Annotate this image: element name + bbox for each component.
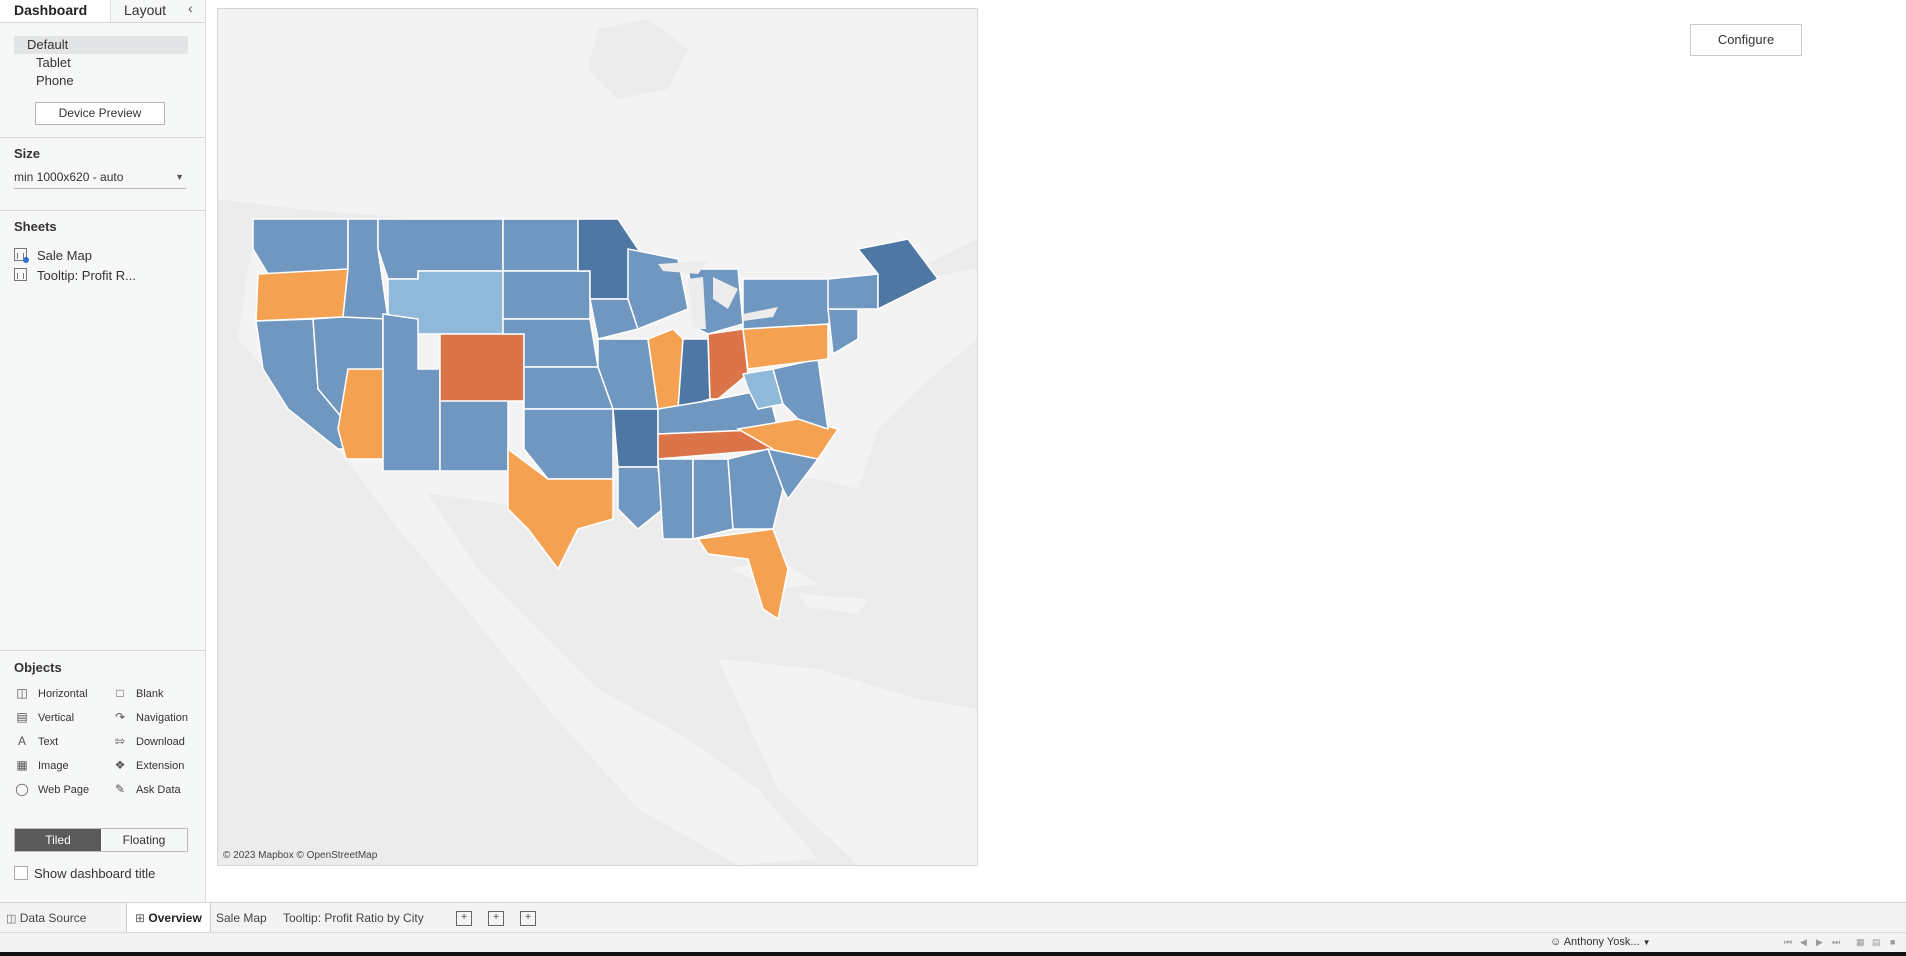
tab-label: Overview bbox=[148, 911, 202, 925]
ask-data-icon: ✎ bbox=[114, 782, 126, 796]
device-list: Default Tablet Phone bbox=[14, 36, 188, 90]
object-navigation[interactable]: ↷ Navigation bbox=[112, 710, 188, 724]
user-icon: ☺ bbox=[1550, 936, 1562, 948]
prev-sheet-icon[interactable]: ◀ bbox=[1800, 937, 1807, 948]
device-tablet[interactable]: Tablet bbox=[14, 54, 188, 72]
object-blank[interactable]: □ Blank bbox=[112, 686, 164, 700]
next-sheet-icon[interactable]: ▶ bbox=[1816, 937, 1823, 948]
new-story-icon[interactable]: + bbox=[520, 911, 536, 926]
sheet-sorter-icon[interactable]: ▦ bbox=[1856, 937, 1865, 948]
tab-dashboard[interactable]: Dashboard bbox=[0, 0, 110, 22]
floating-button[interactable]: Floating bbox=[101, 829, 187, 851]
map-attribution[interactable]: © 2023 Mapbox © OpenStreetMap bbox=[223, 850, 377, 861]
device-default[interactable]: Default bbox=[14, 36, 188, 54]
show-title-label: Show dashboard title bbox=[34, 866, 156, 881]
divider bbox=[0, 210, 205, 211]
object-ask-data[interactable]: ✎ Ask Data bbox=[112, 782, 181, 796]
tab-label: Data Source bbox=[19, 911, 87, 925]
object-label: Web Page bbox=[38, 784, 90, 796]
new-worksheet-icon[interactable]: + bbox=[456, 911, 472, 926]
object-image[interactable]: ▦ Image bbox=[14, 758, 69, 772]
worksheet-icon bbox=[14, 268, 27, 281]
tab-data-source[interactable]: ◫ Data Source bbox=[6, 903, 86, 933]
dashboard-icon: ⊞ bbox=[135, 911, 146, 925]
object-label: Extension bbox=[136, 760, 185, 772]
sheet-label: Tooltip: Profit R... bbox=[37, 268, 136, 283]
show-dashboard-title[interactable]: Show dashboard title bbox=[14, 866, 155, 881]
vertical-container-icon: ▤ bbox=[16, 710, 28, 724]
last-sheet-icon[interactable]: ⏭ bbox=[1832, 937, 1840, 948]
size-dropdown[interactable]: min 1000x620 - auto ▼ bbox=[14, 170, 186, 189]
object-label: Vertical bbox=[38, 712, 75, 724]
first-sheet-icon[interactable]: ⏮ bbox=[1784, 937, 1792, 948]
configure-button[interactable]: Configure bbox=[1690, 24, 1802, 56]
object-label: Blank bbox=[136, 688, 164, 700]
object-web-page[interactable]: ◯ Web Page bbox=[14, 782, 89, 796]
us-states-map bbox=[218, 9, 977, 865]
object-extension[interactable]: ❖ Extension bbox=[112, 758, 185, 772]
chevron-left-icon[interactable]: ‹ bbox=[188, 0, 193, 16]
device-preview-button[interactable]: Device Preview bbox=[35, 102, 165, 125]
tiled-button[interactable]: Tiled bbox=[15, 829, 101, 851]
object-download[interactable]: ⇰ Download bbox=[112, 734, 185, 748]
object-label: Horizontal bbox=[38, 688, 88, 700]
tab-sale-map[interactable]: Sale Map bbox=[216, 903, 267, 933]
tabs-view-icon[interactable]: ■ bbox=[1890, 937, 1895, 947]
navigation-icon: ↷ bbox=[114, 710, 126, 724]
horizontal-container-icon: ◫ bbox=[16, 686, 28, 700]
divider bbox=[0, 650, 205, 651]
side-panel-tabs: Dashboard Layout ‹ bbox=[0, 0, 205, 23]
object-vertical[interactable]: ▤ Vertical bbox=[14, 710, 74, 724]
object-text[interactable]: A Text bbox=[14, 734, 58, 748]
worksheet-icon bbox=[14, 248, 29, 263]
size-dropdown-value: min 1000x620 - auto bbox=[14, 170, 124, 184]
object-label: Download bbox=[136, 736, 185, 748]
object-label: Text bbox=[38, 736, 59, 748]
tab-tooltip-profit-ratio[interactable]: Tooltip: Profit Ratio by City bbox=[283, 903, 424, 933]
object-label: Ask Data bbox=[136, 784, 181, 796]
sheet-label: Sale Map bbox=[37, 248, 92, 263]
blank-icon: □ bbox=[116, 686, 124, 700]
sheets-section-title: Sheets bbox=[14, 219, 57, 234]
taskbar-edge bbox=[0, 952, 1906, 956]
objects-section-title: Objects bbox=[14, 660, 62, 675]
extension-icon: ❖ bbox=[114, 758, 126, 772]
dashboard-side-panel: Dashboard Layout ‹ Default Tablet Phone … bbox=[0, 0, 206, 902]
checkbox[interactable] bbox=[14, 866, 28, 880]
object-horizontal[interactable]: ◫ Horizontal bbox=[14, 686, 88, 700]
divider bbox=[0, 137, 205, 138]
download-icon: ⇰ bbox=[114, 734, 126, 748]
text-icon: A bbox=[17, 734, 26, 748]
sheet-item-sale-map[interactable]: Sale Map bbox=[14, 248, 92, 264]
caret-down-icon: ▼ bbox=[1642, 938, 1651, 947]
device-phone[interactable]: Phone bbox=[14, 72, 188, 90]
tab-layout[interactable]: Layout bbox=[110, 0, 185, 22]
globe-icon: ◯ bbox=[15, 782, 29, 796]
size-section-title: Size bbox=[14, 146, 41, 161]
new-dashboard-icon[interactable]: + bbox=[488, 911, 504, 926]
sheet-tabs-bar: ◫ Data Source ⊞ Overview Sale Map Toolti… bbox=[0, 902, 1906, 933]
sheet-item-tooltip[interactable]: Tooltip: Profit R... bbox=[14, 268, 136, 284]
caret-down-icon: ▼ bbox=[175, 172, 184, 182]
image-icon: ▦ bbox=[16, 758, 28, 772]
tiled-floating-toggle: Tiled Floating bbox=[14, 828, 188, 852]
sale-map-view[interactable]: © 2023 Mapbox © OpenStreetMap bbox=[217, 8, 978, 866]
filmstrip-icon[interactable]: ▤ bbox=[1872, 937, 1881, 948]
object-label: Navigation bbox=[136, 712, 188, 724]
status-bar: ☺ Anthony Yosk... ▼ ⏮ ◀ ▶ ⏭ ▦ ▤ ■ bbox=[0, 932, 1906, 953]
object-label: Image bbox=[38, 760, 69, 772]
tab-overview[interactable]: ⊞ Overview bbox=[126, 903, 211, 933]
database-icon: ◫ bbox=[6, 913, 17, 925]
user-name: Anthony Yosk... bbox=[1563, 936, 1640, 948]
user-menu[interactable]: ☺ Anthony Yosk... ▼ bbox=[1550, 936, 1651, 948]
